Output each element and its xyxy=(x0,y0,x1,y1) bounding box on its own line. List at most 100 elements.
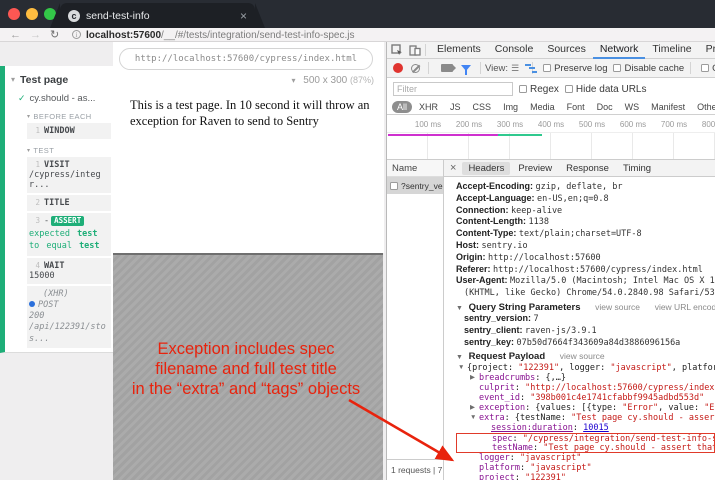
filter-icon[interactable] xyxy=(461,65,471,71)
collapse-triangle-icon[interactable]: ▼ xyxy=(456,354,463,361)
forward-button[interactable]: → xyxy=(30,28,41,42)
detail-tab-preview[interactable]: Preview xyxy=(512,162,558,175)
viewport-size-selector[interactable]: ▾ 500 x 300 (87%) xyxy=(291,75,374,86)
header-name: Accept-Encoding: xyxy=(456,181,536,191)
inspect-element-icon[interactable] xyxy=(391,44,403,56)
devtools-tab-timeline[interactable]: Timeline xyxy=(645,41,698,59)
offline-checkbox[interactable] xyxy=(701,64,709,72)
devtools-tab-network[interactable]: Network xyxy=(593,41,646,59)
back-button[interactable]: ← xyxy=(10,28,21,42)
filter-input[interactable] xyxy=(393,82,513,96)
xhr-log-line: s... xyxy=(29,334,109,345)
clear-button[interactable] xyxy=(411,64,420,73)
payload-row[interactable]: ▼extra: {testName: "Test page cy.should … xyxy=(456,413,715,423)
command-wait[interactable]: 4WAIT15000 xyxy=(27,258,111,284)
screenshot-capture-icon[interactable] xyxy=(441,64,453,72)
payload-token: project xyxy=(479,473,515,480)
command-title[interactable]: 2TITLE xyxy=(27,195,111,211)
type-filter-font[interactable]: Font xyxy=(562,101,590,113)
payload-row[interactable]: project: "122391" xyxy=(456,473,715,480)
header-value: gzip, deflate, br xyxy=(536,182,623,192)
view-list-icon[interactable]: ☰ xyxy=(511,63,519,74)
payload-row[interactable]: spec: "/cypress/integration/send-test-in… xyxy=(456,433,715,443)
type-filter-img[interactable]: Img xyxy=(498,101,523,113)
log-section-test[interactable]: ▾TEST xyxy=(27,146,113,155)
regex-checkbox[interactable] xyxy=(519,85,527,93)
collapsed-triangle-icon[interactable]: ▶ xyxy=(470,373,479,383)
payload-token: logger xyxy=(479,453,510,463)
device-toolbar-icon[interactable] xyxy=(409,44,421,56)
devtools-tab-sources[interactable]: Sources xyxy=(540,41,593,59)
detail-tab-response[interactable]: Response xyxy=(560,162,615,175)
type-filter-js[interactable]: JS xyxy=(445,101,466,113)
window-close-button[interactable] xyxy=(8,8,20,20)
timeline-overview-grid[interactable] xyxy=(387,133,715,160)
command-window[interactable]: 1WINDOW xyxy=(27,123,111,139)
window-minimize-button[interactable] xyxy=(26,8,38,20)
disable-cache-checkbox[interactable] xyxy=(613,64,621,72)
payload-row[interactable]: platform: "javascript" xyxy=(456,463,715,473)
expanded-triangle-icon[interactable]: ▼ xyxy=(470,413,479,423)
type-filter-manifest[interactable]: Manifest xyxy=(646,101,690,113)
preserve-log-checkbox[interactable] xyxy=(543,64,551,72)
expanded-triangle-icon[interactable]: ▼ xyxy=(458,363,467,373)
payload-row[interactable]: logger: "javascript" xyxy=(456,453,715,463)
request-payload-section-header[interactable]: ▼ Request Payload view source xyxy=(456,351,715,362)
devtools-tab-console[interactable]: Console xyxy=(488,41,541,59)
devtools-tab-elements[interactable]: Elements xyxy=(430,41,488,59)
command-name: WAIT xyxy=(44,261,64,271)
log-section-before-each[interactable]: ▾BEFORE EACH xyxy=(27,112,113,121)
payload-row[interactable]: session:duration: 10015 xyxy=(456,423,715,433)
type-filter-ws[interactable]: WS xyxy=(620,101,645,113)
command-assert[interactable]: 3- ASSERTexpected test to equal test xyxy=(27,213,111,256)
address-text[interactable]: localhost:57600/__/#/tests/integration/s… xyxy=(86,29,354,42)
payload-token: : xyxy=(515,383,525,393)
payload-row[interactable]: ▶exception: {values: [{type: "Error", va… xyxy=(456,403,715,413)
app-under-test-url: http://localhost:57600/cypress/index.htm… xyxy=(119,48,373,70)
browser-tab[interactable]: c send-test-info × xyxy=(60,3,255,28)
suite-row[interactable]: ▾ Test page xyxy=(5,72,113,87)
type-filter-css[interactable]: CSS xyxy=(468,101,497,113)
preserve-log-label: Preserve log xyxy=(554,63,607,74)
command-xhr[interactable]: (XHR)POST200/api/122391/stos... xyxy=(27,286,111,348)
type-filter-all[interactable]: All xyxy=(392,101,412,113)
view-url-encoded-link[interactable]: view URL encoded xyxy=(655,302,715,312)
test-row[interactable]: ✓ cy.should - as... xyxy=(5,92,113,105)
payload-row[interactable]: ▶breadcrumbs: {,…} xyxy=(456,373,715,383)
query-string-section-header[interactable]: ▼ Query String Parameters view source vi… xyxy=(456,302,715,313)
detail-tab-headers[interactable]: Headers xyxy=(462,162,510,175)
network-filter-row: Regex Hide data URLs xyxy=(387,78,715,100)
view-source-link[interactable]: view source xyxy=(595,302,640,312)
collapse-triangle-icon[interactable]: ▼ xyxy=(456,305,463,312)
collapse-triangle-icon: ▾ xyxy=(27,113,30,120)
request-row[interactable]: ?sentry_vers... xyxy=(387,177,443,194)
disable-cache-label: Disable cache xyxy=(624,63,684,74)
payload-row[interactable]: event_id: "398b001c4e1741cfabbf9945adbd5… xyxy=(456,393,715,403)
type-filter-doc[interactable]: Doc xyxy=(592,101,618,113)
ruler-tick: 300 ms xyxy=(491,120,529,129)
type-filter-media[interactable]: Media xyxy=(525,101,560,113)
tab-close-icon[interactable]: × xyxy=(240,9,247,23)
request-checkbox[interactable] xyxy=(390,182,398,190)
detail-tab-timing[interactable]: Timing xyxy=(617,162,657,175)
header-value: en-US,en;q=0.8 xyxy=(537,194,609,204)
type-filter-xhr[interactable]: XHR xyxy=(414,101,443,113)
devtools-tab-profiles[interactable]: Profiles xyxy=(699,41,715,59)
collapsed-triangle-icon[interactable]: ▶ xyxy=(470,403,479,413)
view-source-link[interactable]: view source xyxy=(560,351,605,361)
name-column-header[interactable]: Name xyxy=(387,160,443,177)
query-param-row: sentry_client: raven-js/3.9.1 xyxy=(456,325,715,337)
hide-data-urls-checkbox[interactable] xyxy=(565,85,573,93)
cypress-reporter-sidebar: ▾ Test page ✓ cy.should - as... ▾BEFORE … xyxy=(0,66,113,353)
collapse-triangle-icon[interactable]: ▾ xyxy=(11,75,15,84)
payload-row[interactable]: testName: "Test page cy.should - assert … xyxy=(456,443,715,453)
record-button[interactable] xyxy=(393,63,403,73)
site-info-icon[interactable]: i xyxy=(72,30,81,39)
close-detail-icon[interactable]: × xyxy=(450,162,456,174)
payload-row[interactable]: ▼{project: "122391", logger: "javascript… xyxy=(456,363,715,373)
command-visit[interactable]: 1VISIT/cypress/integr... xyxy=(27,157,111,193)
payload-row[interactable]: culprit: "http://localhost:57600/cypress… xyxy=(456,383,715,393)
type-filter-other[interactable]: Other xyxy=(692,101,715,113)
header-row: Accept-Language: en-US,en;q=0.8 xyxy=(456,193,715,205)
reload-button[interactable]: ↻ xyxy=(50,28,59,42)
